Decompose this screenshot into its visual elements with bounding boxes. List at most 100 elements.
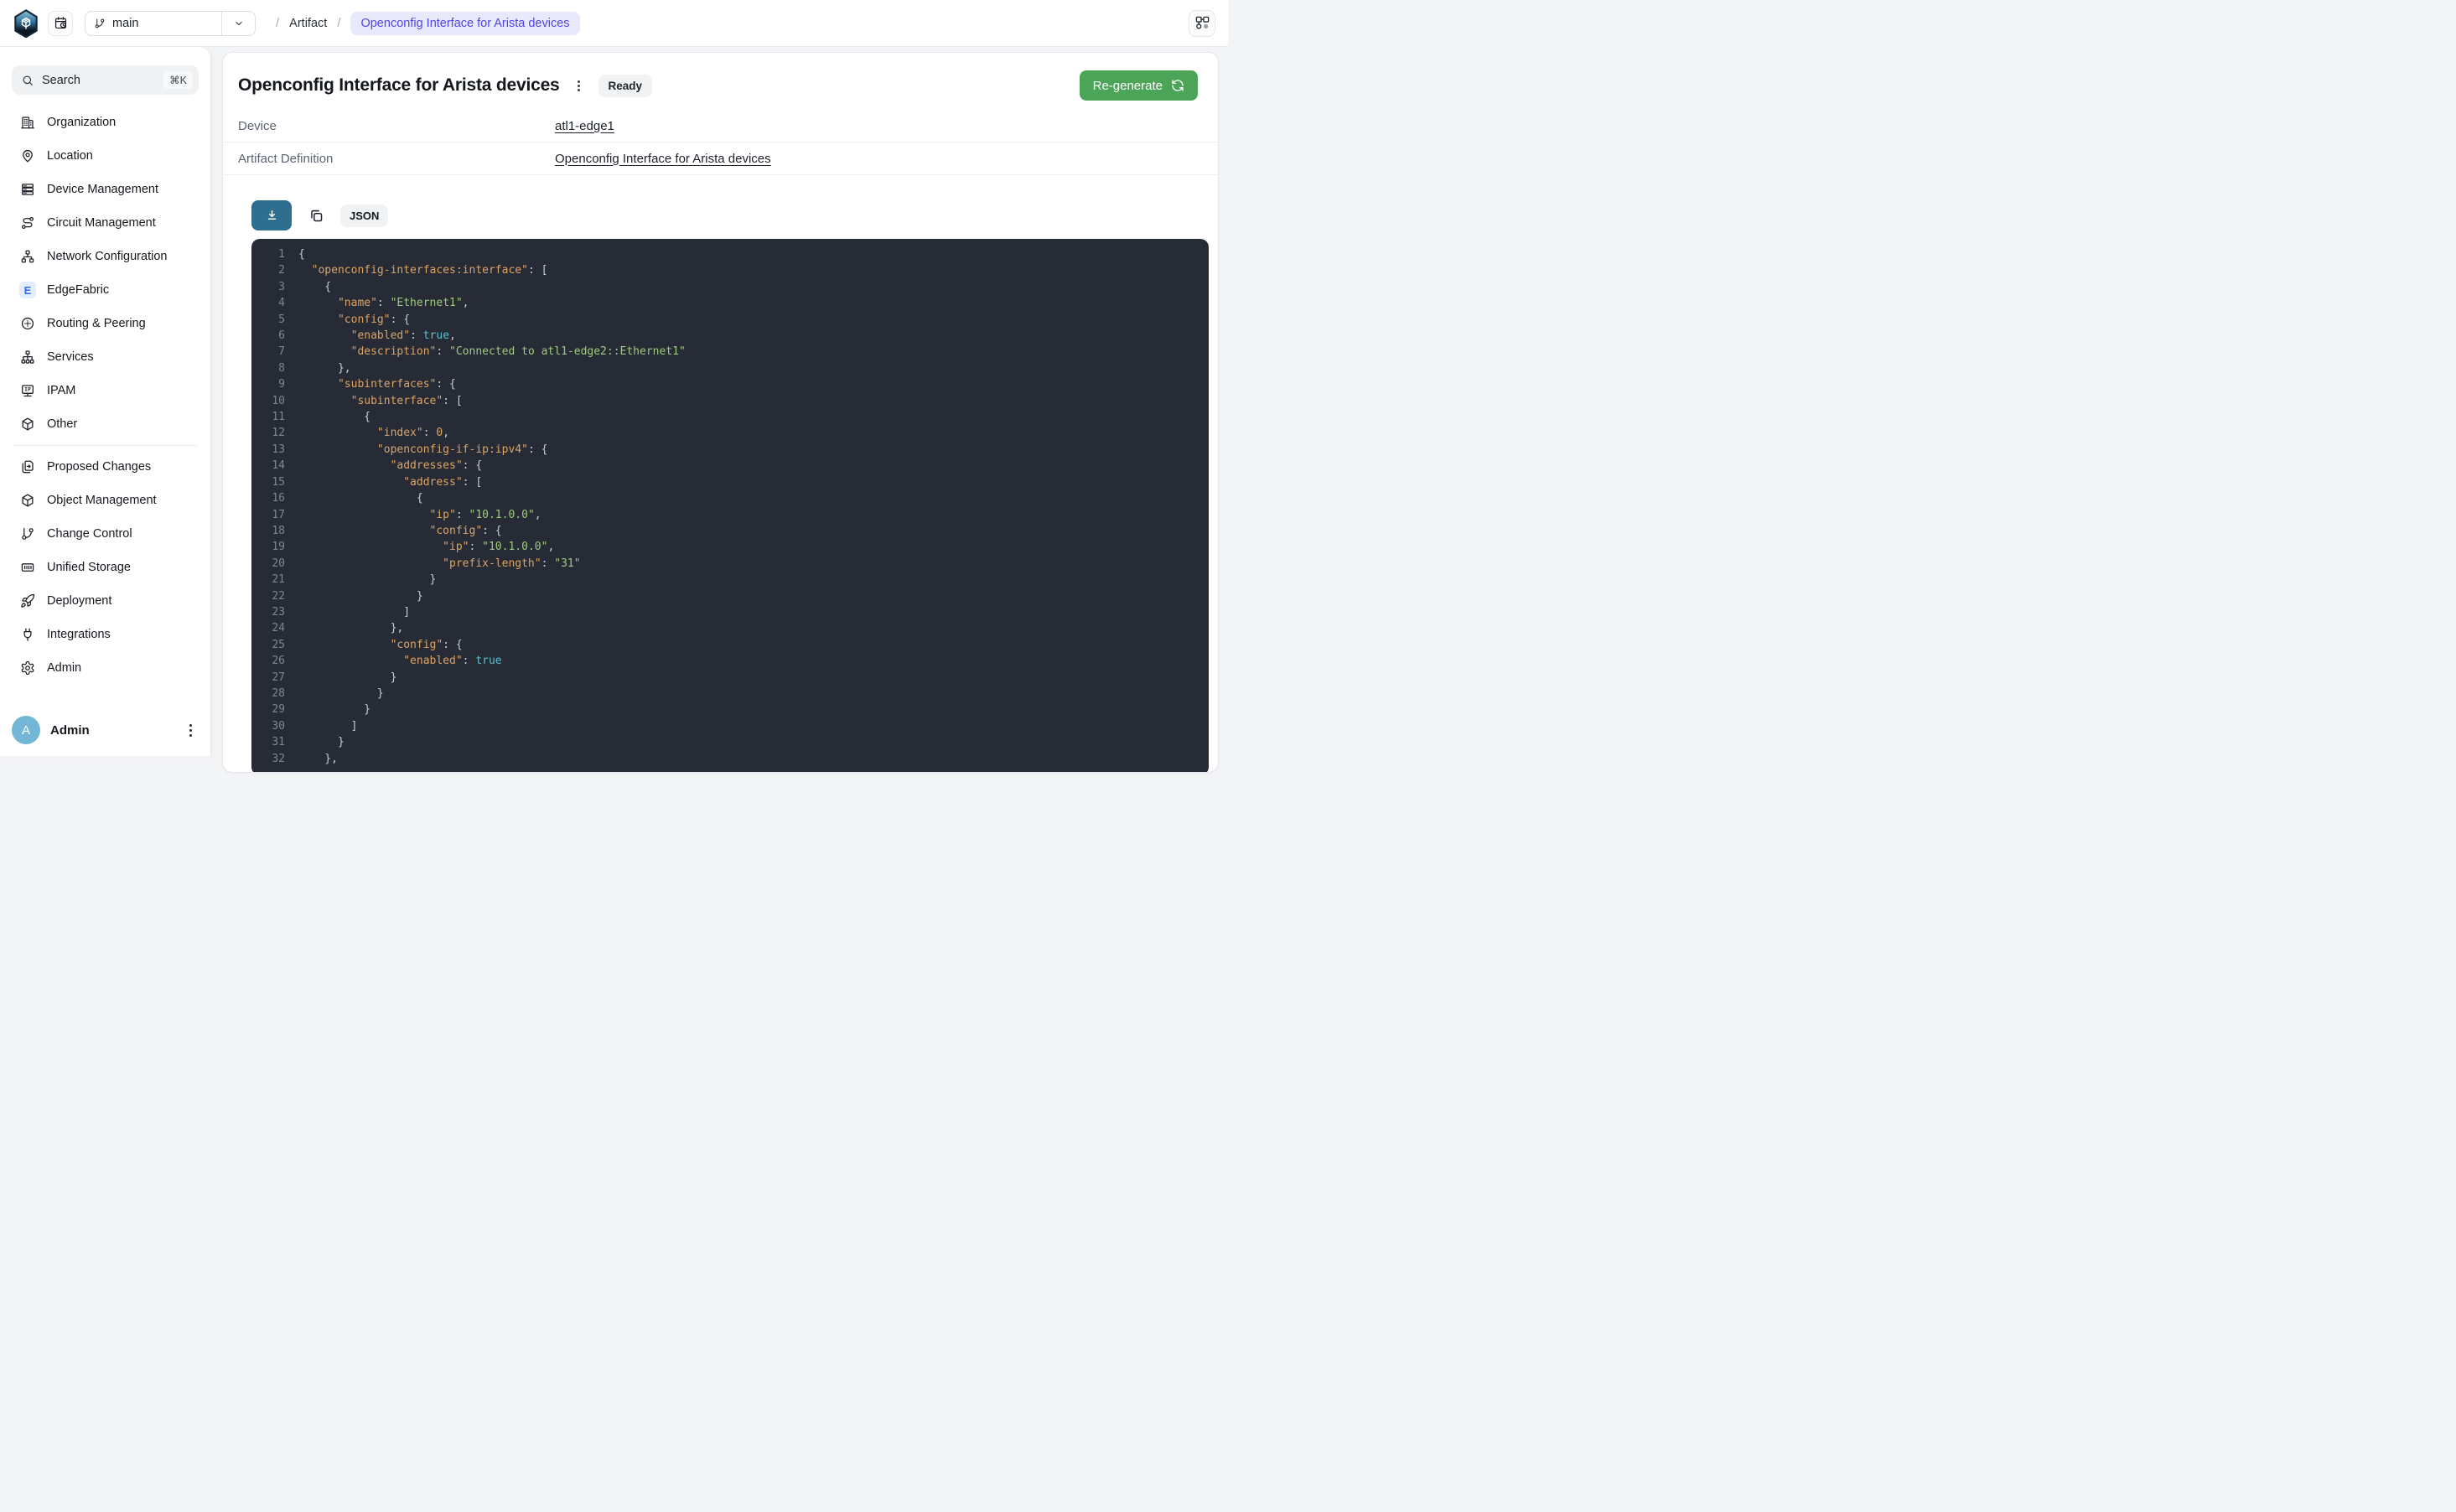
line-number: 30 — [263, 718, 285, 734]
sidebar-item-services[interactable]: Services — [12, 340, 199, 374]
code-token: "10.1.0.0" — [482, 539, 547, 555]
line-number: 16 — [263, 490, 285, 506]
branch-selector-caret[interactable] — [221, 12, 255, 35]
code-token: }, — [298, 751, 338, 767]
sidebar-item-proposed-changes[interactable]: Proposed Changes — [12, 450, 199, 484]
sidebar-item-location[interactable]: Location — [12, 139, 199, 173]
code-token: : [ — [528, 262, 547, 278]
line-number: 22 — [263, 588, 285, 604]
line-number: 2 — [263, 262, 285, 278]
search-icon — [21, 74, 34, 87]
sidebar-item-edgefabric[interactable]: E EdgeFabric — [12, 273, 199, 307]
workflow-apps-button[interactable] — [1189, 10, 1215, 37]
code-token: "enabled" — [298, 328, 410, 344]
line-number: 9 — [263, 376, 285, 392]
detail-value-link[interactable]: atl1-edge1 — [555, 119, 614, 133]
main-content-card: Openconfig Interface for Arista devices … — [222, 52, 1219, 773]
breadcrumb: / Artifact / Openconfig Interface for Ar… — [276, 12, 580, 35]
detail-value-link[interactable]: Openconfig Interface for Arista devices — [555, 152, 771, 166]
line-number: 25 — [263, 637, 285, 653]
storage-icon — [19, 559, 36, 576]
regenerate-label: Re-generate — [1093, 79, 1163, 93]
code-token: ] — [298, 718, 357, 734]
code-line: 10 "subinterface": [ — [263, 393, 1209, 409]
file-diff-icon — [19, 458, 36, 475]
breadcrumb-current[interactable]: Openconfig Interface for Arista devices — [350, 12, 579, 35]
refresh-icon — [1171, 79, 1184, 92]
code-token: "index" — [298, 425, 423, 441]
copy-button[interactable] — [303, 203, 329, 228]
sidebar-item-circuit-management[interactable]: Circuit Management — [12, 206, 199, 240]
sidebar-item-deployment[interactable]: Deployment — [12, 584, 199, 618]
sidebar-item-organization[interactable]: Organization — [12, 106, 199, 139]
sidebar-item-admin[interactable]: Admin — [12, 651, 199, 685]
code-token: : { — [436, 376, 455, 392]
sidebar-item-device-management[interactable]: Device Management — [12, 173, 199, 206]
sidebar-item-object-management[interactable]: Object Management — [12, 484, 199, 517]
line-number: 19 — [263, 539, 285, 555]
line-number: 6 — [263, 328, 285, 344]
title-kebab-icon[interactable] — [573, 78, 585, 93]
sidebar-item-integrations[interactable]: Integrations — [12, 618, 199, 651]
sidebar-nav-primary: Organization Location Device Management … — [12, 106, 199, 441]
code-token: : — [456, 507, 469, 523]
download-button[interactable] — [251, 200, 292, 230]
code-line: 3 { — [263, 279, 1209, 295]
code-token: "subinterfaces" — [298, 376, 436, 392]
code-token: }, — [298, 360, 351, 376]
code-line: 28 } — [263, 686, 1209, 702]
cube-icon — [19, 492, 36, 509]
user-menu-kebab-icon[interactable] — [184, 722, 199, 738]
code-line: 4 "name": "Ethernet1", — [263, 295, 1209, 311]
code-line: 30 ] — [263, 718, 1209, 734]
code-token: : — [377, 295, 391, 311]
sidebar-item-ipam[interactable]: IP IPAM — [12, 374, 199, 407]
code-token: } — [298, 670, 396, 686]
line-number: 4 — [263, 295, 285, 311]
code-token: , — [449, 328, 456, 344]
sidebar-item-routing-peering[interactable]: Routing & Peering — [12, 307, 199, 340]
sidebar-item-change-control[interactable]: Change Control — [12, 517, 199, 551]
code-line: 27 } — [263, 670, 1209, 686]
line-number: 28 — [263, 686, 285, 702]
git-branch-icon — [94, 18, 106, 29]
code-token: "openconfig-interfaces:interface" — [298, 262, 528, 278]
calendar-clock-button[interactable] — [48, 11, 73, 36]
code-token: : — [463, 653, 476, 669]
status-badge: Ready — [598, 75, 653, 97]
gear-icon — [19, 660, 36, 676]
code-token: } — [298, 734, 345, 750]
code-token: : — [423, 425, 437, 441]
page-title: Openconfig Interface for Arista devices — [238, 75, 560, 96]
chevron-down-icon — [233, 18, 245, 29]
line-number: 3 — [263, 279, 285, 295]
sidebar-item-unified-storage[interactable]: Unified Storage — [12, 551, 199, 584]
code-token: "prefix-length" — [298, 556, 541, 572]
code-token: "openconfig-if-ip:ipv4" — [298, 442, 528, 458]
code-viewer[interactable]: 1{2 "openconfig-interfaces:interface": [… — [251, 239, 1209, 773]
code-token: "enabled" — [298, 653, 463, 669]
user-name: Admin — [50, 723, 90, 738]
regenerate-button[interactable]: Re-generate — [1080, 70, 1198, 101]
line-number: 27 — [263, 670, 285, 686]
plug-icon — [19, 626, 36, 643]
user-row[interactable]: A Admin — [12, 716, 199, 744]
download-icon — [264, 208, 280, 224]
breadcrumb-section[interactable]: Artifact — [289, 17, 327, 30]
ipam-monitor-icon: IP — [19, 382, 36, 399]
line-number: 21 — [263, 572, 285, 588]
code-token: "subinterface" — [298, 393, 443, 409]
code-line: 23 ] — [263, 604, 1209, 620]
code-token: "Connected to atl1-edge2::Ethernet1" — [449, 344, 686, 360]
code-line: 24 }, — [263, 620, 1209, 636]
code-token: : — [541, 556, 555, 572]
sidebar-item-other[interactable]: Other — [12, 407, 199, 441]
branch-selector[interactable]: main — [85, 11, 256, 36]
sidebar-item-network-configuration[interactable]: Network Configuration — [12, 240, 199, 273]
branch-selector-value: main — [85, 12, 221, 35]
code-token: "config" — [298, 312, 391, 328]
code-line: 12 "index": 0, — [263, 425, 1209, 441]
search-shortcut: ⌘K — [163, 71, 193, 89]
code-line: 31 } — [263, 734, 1209, 750]
search-input[interactable]: Search ⌘K — [12, 65, 199, 95]
